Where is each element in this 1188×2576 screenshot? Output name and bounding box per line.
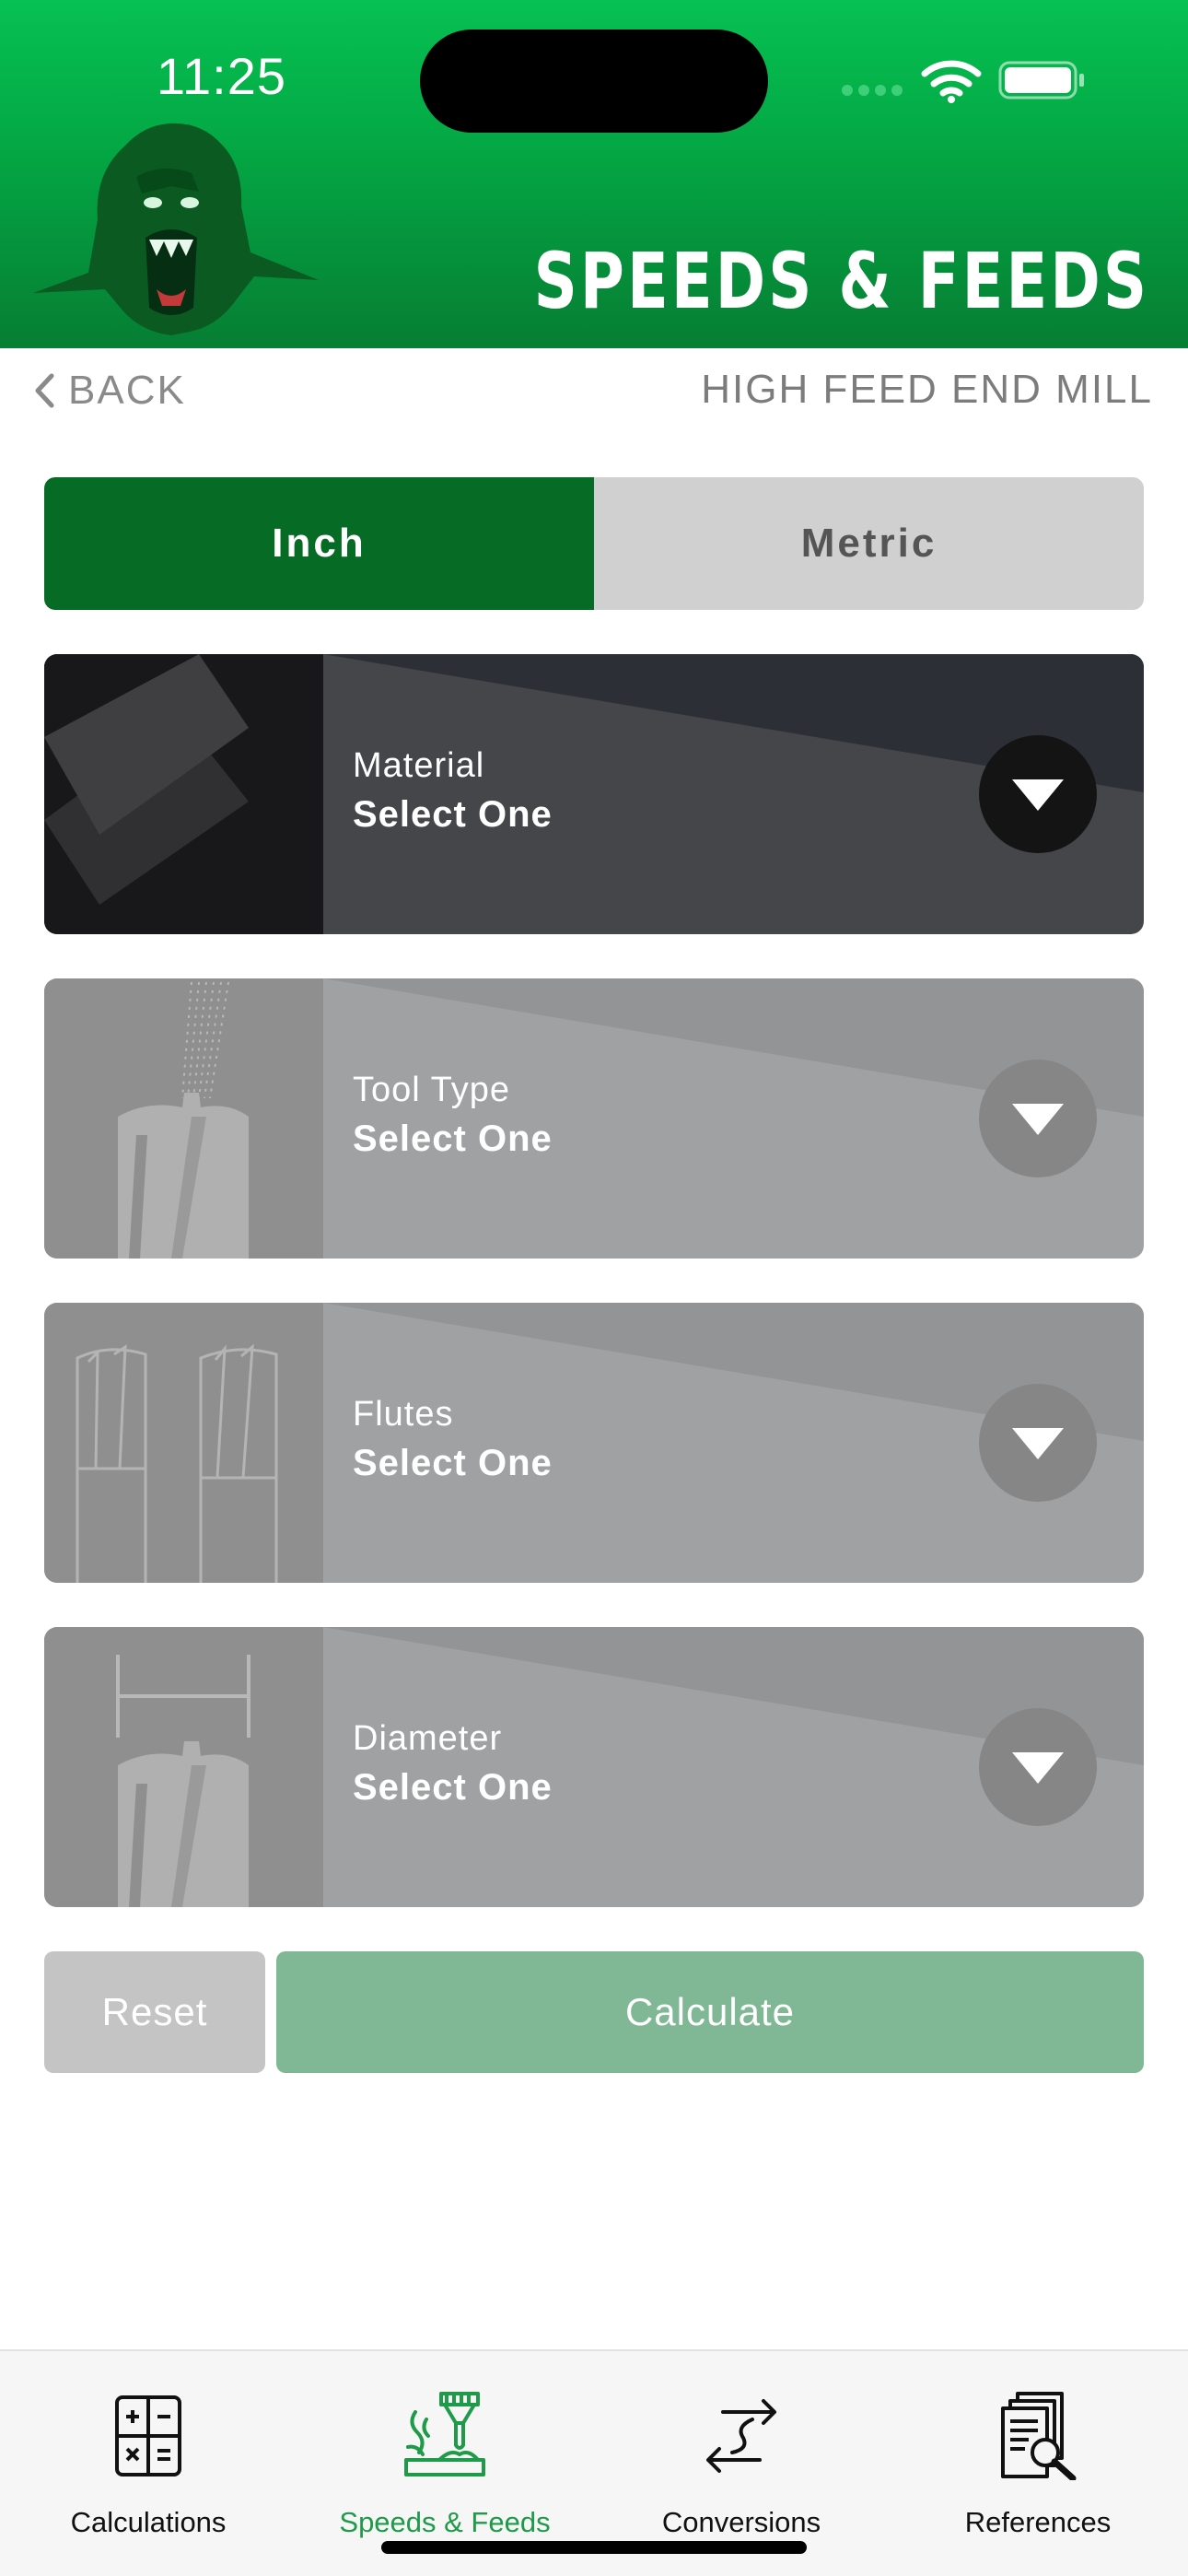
app-header: 11:25 SPEEDS & FEEDS [0, 0, 1188, 348]
documents-search-icon [1001, 2392, 1077, 2480]
battery-icon [998, 61, 1084, 100]
caret-down-icon [1012, 779, 1064, 811]
inch-button[interactable]: Inch [44, 477, 594, 610]
tool-type-card-body: Tool Type Select One [323, 978, 1144, 1259]
caret-down-icon [1012, 1752, 1064, 1784]
diameter-label: Diameter [353, 1719, 503, 1758]
dynamic-island [420, 29, 768, 133]
calculator-icon [115, 2395, 181, 2476]
convert-arrows-icon [706, 2399, 776, 2473]
coolant-end-mill-icon [44, 978, 323, 1259]
tool-type-dropdown-button[interactable] [979, 1060, 1097, 1177]
milling-tool-icon [404, 2392, 485, 2476]
material-selector[interactable]: Material Select One [44, 654, 1144, 934]
diameter-measure-icon [44, 1627, 323, 1907]
unit-toggle: Inch Metric [44, 477, 1144, 610]
diameter-value: Select One [353, 1767, 553, 1808]
material-dropdown-button[interactable] [979, 735, 1097, 853]
material-card-body: Material Select One [323, 654, 1144, 934]
gorilla-logo [33, 123, 319, 335]
material-block-icon [44, 654, 323, 934]
chevron-left-icon [35, 373, 54, 408]
page-title: SPEEDS & FEEDS [533, 236, 1149, 326]
flutes-label: Flutes [353, 1395, 454, 1434]
diameter-card-body: Diameter Select One [323, 1627, 1144, 1907]
flutes-value: Select One [353, 1443, 553, 1483]
flutes-selector[interactable]: Flutes Select One [44, 1303, 1144, 1583]
tab-label: References [964, 2506, 1112, 2538]
calculate-button[interactable]: Calculate [276, 1951, 1144, 2073]
tab-label: Conversions [661, 2506, 821, 2538]
tab-label: Calculations [70, 2506, 227, 2538]
speeds-feeds-screen: 11:25 SPEEDS & FEEDS BACK HIGH FEED END … [0, 0, 1188, 2576]
wifi-icon [921, 60, 982, 103]
metric-button[interactable]: Metric [594, 477, 1144, 610]
material-value: Select One [353, 794, 553, 835]
caret-down-icon [1012, 1104, 1064, 1135]
tool-type-label: Tool Type [353, 1071, 510, 1109]
back-button[interactable]: BACK [33, 365, 186, 416]
diameter-dropdown-button[interactable] [979, 1708, 1097, 1826]
tool-type-selector[interactable]: Tool Type Select One [44, 978, 1144, 1259]
cellular-signal-icon [842, 85, 903, 98]
tool-category-title: HIGH FEED END MILL [701, 367, 1153, 412]
back-label: BACK [68, 368, 186, 413]
flutes-end-mills-icon [44, 1303, 323, 1583]
home-indicator [381, 2541, 807, 2554]
reset-button[interactable]: Reset [44, 1951, 265, 2073]
tab-calculations[interactable]: Calculations [0, 2351, 297, 2576]
caret-down-icon [1012, 1428, 1064, 1459]
tab-label: Speeds & Feeds [339, 2506, 551, 2538]
flutes-dropdown-button[interactable] [979, 1384, 1097, 1502]
tool-type-value: Select One [353, 1118, 553, 1159]
status-time: 11:25 [157, 47, 286, 105]
flutes-card-body: Flutes Select One [323, 1303, 1144, 1583]
tab-references[interactable]: References [890, 2351, 1186, 2576]
diameter-selector[interactable]: Diameter Select One [44, 1627, 1144, 1907]
material-label: Material [353, 746, 485, 785]
